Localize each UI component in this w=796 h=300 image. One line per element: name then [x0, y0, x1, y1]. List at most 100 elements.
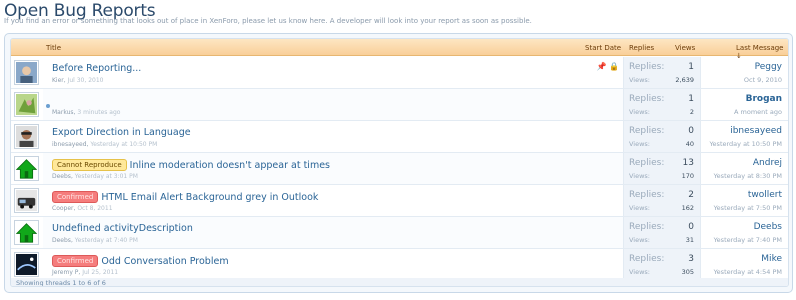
- replies-label: Replies:: [629, 158, 665, 168]
- last-message-user-link[interactable]: Brogan: [746, 94, 782, 104]
- thread-start-date[interactable]: Yesterday at 3:01 PM: [75, 173, 138, 180]
- replies-count: 0: [688, 222, 694, 232]
- avatar-photo-cooper[interactable]: [14, 188, 39, 213]
- thread-row[interactable]: Markus, 3 minutes ago Replies: 1 Views: 2 Bro…: [11, 89, 788, 121]
- thread-row[interactable]: Undefined activityDescription Deebs, Yest…: [11, 217, 788, 249]
- thread-title-text[interactable]: Before Reporting...: [52, 63, 141, 74]
- thread-title-text[interactable]: Inline moderation doesn't appear at time…: [130, 160, 330, 171]
- sticky-pin-icon: 📌: [596, 62, 607, 71]
- thread-start-date[interactable]: 3 minutes ago: [77, 109, 120, 116]
- last-message-time-link[interactable]: Yesterday at 10:50 PM: [709, 140, 782, 148]
- thread-prefix-badge[interactable]: Confirmed: [52, 255, 99, 267]
- avatar-photo-kier[interactable]: [14, 60, 39, 85]
- last-message: Mike Yesterday at 4:54 PM: [701, 249, 788, 280]
- thread-meta: ibnesayeed, Yesterday at 10:50 PM: [52, 141, 157, 148]
- thread-title-link[interactable]: Cannot Reproduce Inline moderation doesn'…: [52, 159, 330, 171]
- views-label: Views:: [629, 76, 651, 84]
- thread-list-panel: Title Start Date Replies Views Last Mess…: [4, 33, 793, 293]
- last-message-user-link[interactable]: Mike: [761, 254, 782, 264]
- locked-icon: 🔒: [606, 62, 619, 71]
- thread-title-text[interactable]: Export Direction in Language: [52, 127, 191, 138]
- thread-author-link[interactable]: Deebs,: [52, 173, 73, 180]
- thread-title-link[interactable]: Confirmed HTML Email Alert Background gre…: [52, 191, 318, 203]
- thread-main: Before Reporting... Kier, Jul 30, 2010 📌 🔒: [43, 57, 623, 88]
- thread-author-link[interactable]: Markus,: [52, 109, 75, 116]
- replies-count: 1: [688, 94, 694, 104]
- thread-row[interactable]: Cannot Reproduce Inline moderation doesn'…: [11, 153, 788, 185]
- page-description: If you find an error or something that l…: [4, 17, 532, 25]
- last-message-user-link[interactable]: twollert: [748, 190, 782, 200]
- replies-count: 13: [682, 158, 694, 168]
- thread-author-link[interactable]: Deebs,: [52, 237, 73, 244]
- thread-author-link[interactable]: Cooper,: [52, 205, 75, 212]
- thread-start-date[interactable]: Yesterday at 10:50 PM: [90, 141, 157, 148]
- thread-row[interactable]: Export Direction in Language ibnesayeed, …: [11, 121, 788, 153]
- thread-author-link[interactable]: Jeremy P,: [52, 269, 80, 276]
- views-label: Views:: [629, 204, 651, 212]
- thread-title-text[interactable]: HTML Email Alert Background grey in Outl…: [101, 192, 318, 203]
- thread-stats: Replies: 0 Views: 31: [623, 217, 701, 248]
- replies-count: 0: [688, 126, 694, 136]
- column-views[interactable]: Views: [675, 44, 695, 52]
- thread-meta: Jeremy P, Jul 25, 2011: [52, 269, 118, 276]
- column-start-date[interactable]: Start Date: [585, 44, 621, 52]
- replies-count: 3: [688, 254, 694, 264]
- column-replies[interactable]: Replies: [629, 44, 654, 52]
- thread-row[interactable]: Before Reporting... Kier, Jul 30, 2010 📌 🔒…: [11, 57, 788, 89]
- avatar-photo-jeremy[interactable]: [14, 252, 39, 277]
- last-message-time-link[interactable]: A moment ago: [734, 108, 782, 116]
- replies-label: Replies:: [629, 190, 665, 200]
- thread-row[interactable]: Confirmed HTML Email Alert Background gre…: [11, 185, 788, 217]
- last-message-time-link[interactable]: Yesterday at 7:50 PM: [714, 204, 782, 212]
- views-label: Views:: [629, 236, 651, 244]
- thread-row[interactable]: Confirmed Odd Conversation Problem Jeremy …: [11, 249, 788, 281]
- avatar-default-house[interactable]: [14, 220, 39, 245]
- thread-start-date[interactable]: Jul 30, 2010: [68, 77, 104, 84]
- last-message-user-link[interactable]: Deebs: [754, 222, 782, 232]
- last-message-time-link[interactable]: Oct 9, 2010: [744, 76, 782, 84]
- avatar-photo-ibnesayeed[interactable]: [14, 124, 39, 149]
- thread-main: Markus, 3 minutes ago: [43, 89, 623, 120]
- replies-label: Replies:: [629, 254, 665, 264]
- last-message-time-link[interactable]: Yesterday at 8:30 PM: [714, 172, 782, 180]
- unread-indicator-icon[interactable]: [46, 104, 50, 108]
- thread-prefix-badge[interactable]: Cannot Reproduce: [52, 159, 127, 171]
- thread-start-date[interactable]: Jul 25, 2011: [82, 269, 118, 276]
- views-count: 2,639: [675, 76, 694, 84]
- replies-count: 1: [688, 62, 694, 72]
- thread-title-link[interactable]: Export Direction in Language: [52, 127, 191, 138]
- last-message-user-link[interactable]: Andrej: [753, 158, 782, 168]
- views-label: Views:: [629, 140, 651, 148]
- thread-start-date[interactable]: Yesterday at 7:40 PM: [75, 237, 138, 244]
- last-message-user-link[interactable]: ibnesayeed: [730, 126, 782, 136]
- avatar-photo-markus[interactable]: [14, 92, 39, 117]
- thread-title-text[interactable]: Undefined activityDescription: [52, 223, 193, 234]
- views-count: 170: [681, 172, 694, 180]
- last-message-time-link[interactable]: Yesterday at 7:40 PM: [714, 236, 782, 244]
- views-count: 2: [689, 108, 694, 116]
- thread-main: Confirmed Odd Conversation Problem Jeremy …: [43, 249, 623, 280]
- last-message: twollert Yesterday at 7:50 PM: [701, 185, 788, 216]
- thread-author-link[interactable]: Kier,: [52, 77, 66, 84]
- thread-start-date[interactable]: Oct 8, 2011: [77, 205, 112, 212]
- last-message-time-link[interactable]: Yesterday at 4:54 PM: [714, 268, 782, 276]
- thread-title-link[interactable]: Confirmed Odd Conversation Problem: [52, 255, 229, 267]
- thread-title-link[interactable]: Before Reporting...: [52, 63, 141, 74]
- avatar-default-house[interactable]: [14, 156, 39, 181]
- thread-stats: Replies: 13 Views: 170: [623, 153, 701, 184]
- thread-title-link[interactable]: Undefined activityDescription: [52, 223, 193, 234]
- thread-prefix-badge[interactable]: Confirmed: [52, 191, 99, 203]
- thread-meta: Cooper, Oct 8, 2011: [52, 205, 113, 212]
- thread-title-text[interactable]: Odd Conversation Problem: [101, 256, 228, 267]
- views-count: 162: [681, 204, 694, 212]
- replies-label: Replies:: [629, 222, 665, 232]
- column-title[interactable]: Title: [46, 44, 61, 52]
- views-label: Views:: [629, 268, 651, 276]
- last-message: Brogan A moment ago: [701, 89, 788, 120]
- showing-threads-text: Showing threads 1 to 6 of 6: [16, 279, 106, 287]
- thread-main: Confirmed HTML Email Alert Background gre…: [43, 185, 623, 216]
- thread-author-link[interactable]: ibnesayeed,: [52, 141, 88, 148]
- replies-count: 2: [688, 190, 694, 200]
- thread-meta: Deebs, Yesterday at 7:40 PM: [52, 237, 138, 244]
- last-message-user-link[interactable]: Peggy: [755, 62, 782, 72]
